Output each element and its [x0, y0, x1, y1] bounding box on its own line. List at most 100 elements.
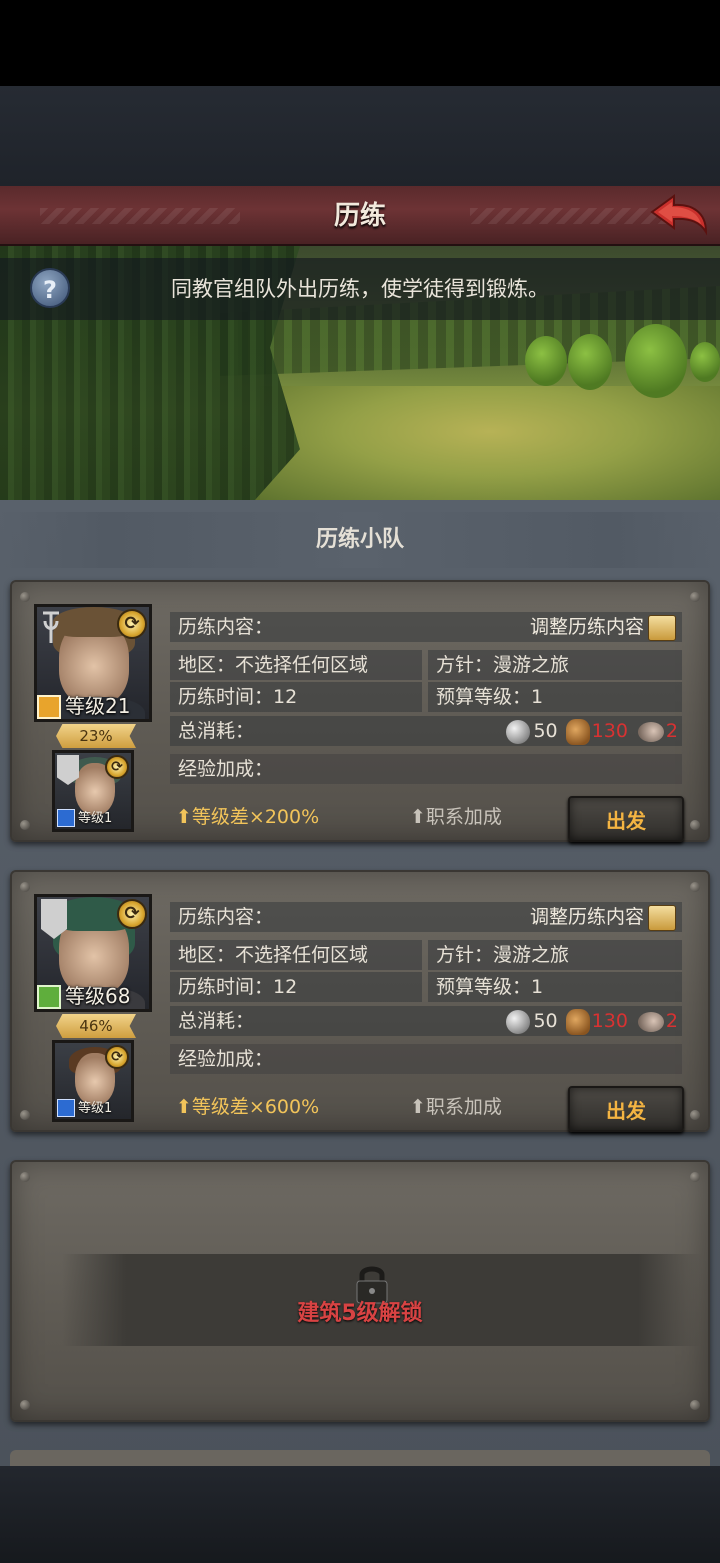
budget-row: 预算等级：1: [428, 682, 682, 712]
back-arrow-icon: [650, 194, 708, 236]
time-row: 历练时间：12: [170, 682, 422, 712]
cost-silver: 50: [533, 720, 558, 742]
tree: [625, 324, 687, 398]
rivet: [20, 820, 30, 830]
tree: [568, 334, 612, 390]
cost-fish: 2: [665, 720, 678, 742]
cost-label: 总消耗：: [178, 1010, 255, 1032]
rivet: [20, 1172, 30, 1182]
silver-coin-icon: [506, 719, 531, 744]
apprentice-level: 等级1: [78, 1100, 113, 1116]
food-sack-icon: [565, 1008, 590, 1035]
class-icon: [37, 985, 61, 1009]
rivet: [690, 1172, 700, 1182]
cost-values: 50 130 2: [506, 716, 678, 746]
exp-row: 经验加成：: [170, 754, 682, 784]
mentor-level: 等级68: [65, 984, 131, 1008]
cost-fish: 2: [665, 1010, 678, 1032]
class-emblem-icon: [41, 611, 61, 645]
budget-row: 预算等级：1: [428, 972, 682, 1002]
rivet: [690, 820, 700, 830]
swap-icon[interactable]: ⟳: [105, 1045, 129, 1069]
up-arrow-icon: ⬆: [176, 1096, 192, 1118]
up-arrow-icon: ⬆: [410, 1096, 426, 1118]
depart-button[interactable]: 出发: [568, 796, 684, 842]
page-title: 历练: [333, 201, 386, 231]
cost-food: 130: [591, 1010, 628, 1032]
level-diff-text: 等级差×200%: [191, 806, 320, 828]
class-bonus-text: 职系加成: [425, 1096, 502, 1118]
swap-icon[interactable]: ⟳: [117, 899, 147, 929]
up-arrow-icon: ⬆: [410, 806, 426, 828]
shield-icon: [37, 695, 61, 719]
adjust-content-button[interactable]: 调整历练内容: [530, 612, 676, 642]
bottom-bar: [0, 1466, 720, 1563]
adjust-content-label: 调整历练内容: [529, 906, 644, 928]
exp-row: 经验加成：: [170, 1044, 682, 1074]
help-button[interactable]: ?: [30, 268, 70, 308]
content-label: 历练内容：: [178, 616, 274, 638]
swap-icon[interactable]: ⟳: [105, 755, 129, 779]
apprentice-level-row: 等级1: [57, 807, 113, 827]
locked-team-card: [10, 1160, 710, 1422]
rivet: [690, 882, 700, 892]
class-bonus: ⬆职系加成: [410, 802, 502, 832]
level-diff-bonus: ⬆等级差×600%: [176, 1092, 319, 1122]
cost-values: 50 130 2: [506, 1006, 678, 1036]
cost-silver: 50: [533, 1010, 558, 1032]
swap-icon[interactable]: ⟳: [117, 609, 147, 639]
region-row: 地区：不选择任何区域: [170, 940, 422, 970]
team-card-1: ⟳ 等级21 23% ⟳ 等级1 历练内容： 调整历练内容 地区：不选择任何区域…: [10, 580, 710, 842]
rivet: [690, 1400, 700, 1410]
cost-food: 130: [591, 720, 628, 742]
adjust-content-button[interactable]: 调整历练内容: [530, 902, 676, 932]
level-diff-text: 等级差×600%: [191, 1096, 320, 1118]
mentor-level: 等级21: [65, 694, 131, 718]
sword-icon: [57, 809, 75, 827]
apprentice-portrait[interactable]: ⟳ 等级1: [52, 1040, 134, 1122]
fish-icon: [637, 721, 664, 742]
meadow: [260, 386, 720, 500]
cost-label: 总消耗：: [178, 720, 255, 742]
team-card-2: ⟳ 等级68 46% ⟳ 等级1 历练内容： 调整历练内容 地区：不选择任何区域…: [10, 870, 710, 1132]
rivet: [20, 882, 30, 892]
tree: [690, 342, 720, 382]
rivet: [20, 1110, 30, 1120]
mentor-portrait[interactable]: ⟳ 等级21: [34, 604, 152, 722]
tree: [525, 336, 567, 386]
policy-row: 方针：漫游之旅: [428, 650, 682, 680]
section-title: 历练小队: [0, 512, 720, 568]
apprentice-level-row: 等级1: [57, 1097, 113, 1117]
title-bar: 历练: [0, 186, 720, 246]
rivet: [20, 1400, 30, 1410]
adjust-content-label: 调整历练内容: [529, 616, 644, 638]
rivet: [690, 592, 700, 602]
content-label: 历练内容：: [178, 906, 274, 928]
policy-row: 方针：漫游之旅: [428, 940, 682, 970]
class-bonus-text: 职系加成: [425, 806, 502, 828]
top-background: [0, 86, 720, 186]
mentor-portrait[interactable]: ⟳ 等级68: [34, 894, 152, 1012]
scroll-icon: [648, 614, 676, 641]
apprentice-level: 等级1: [78, 810, 113, 826]
food-sack-icon: [565, 718, 590, 745]
level-diff-bonus: ⬆等级差×200%: [176, 802, 319, 832]
status-bar: [0, 0, 720, 86]
region-row: 地区：不选择任何区域: [170, 650, 422, 680]
depart-button[interactable]: 出发: [568, 1086, 684, 1132]
class-bonus: ⬆职系加成: [410, 1092, 502, 1122]
unlock-requirement: 建筑5级解锁: [297, 1301, 423, 1326]
rivet: [20, 592, 30, 602]
apprentice-portrait[interactable]: ⟳ 等级1: [52, 750, 134, 832]
back-button[interactable]: [648, 192, 710, 240]
mentor-progress: 23%: [56, 724, 136, 748]
mentor-progress: 46%: [56, 1014, 136, 1038]
silver-coin-icon: [506, 1009, 531, 1034]
sword-icon: [57, 1099, 75, 1117]
rivet: [690, 1110, 700, 1120]
scroll-icon: [648, 904, 676, 931]
up-arrow-icon: ⬆: [176, 806, 192, 828]
time-row: 历练时间：12: [170, 972, 422, 1002]
banner-description: 同教官组队外出历练，使学徒得到锻炼。: [171, 277, 549, 301]
fish-icon: [637, 1011, 664, 1032]
